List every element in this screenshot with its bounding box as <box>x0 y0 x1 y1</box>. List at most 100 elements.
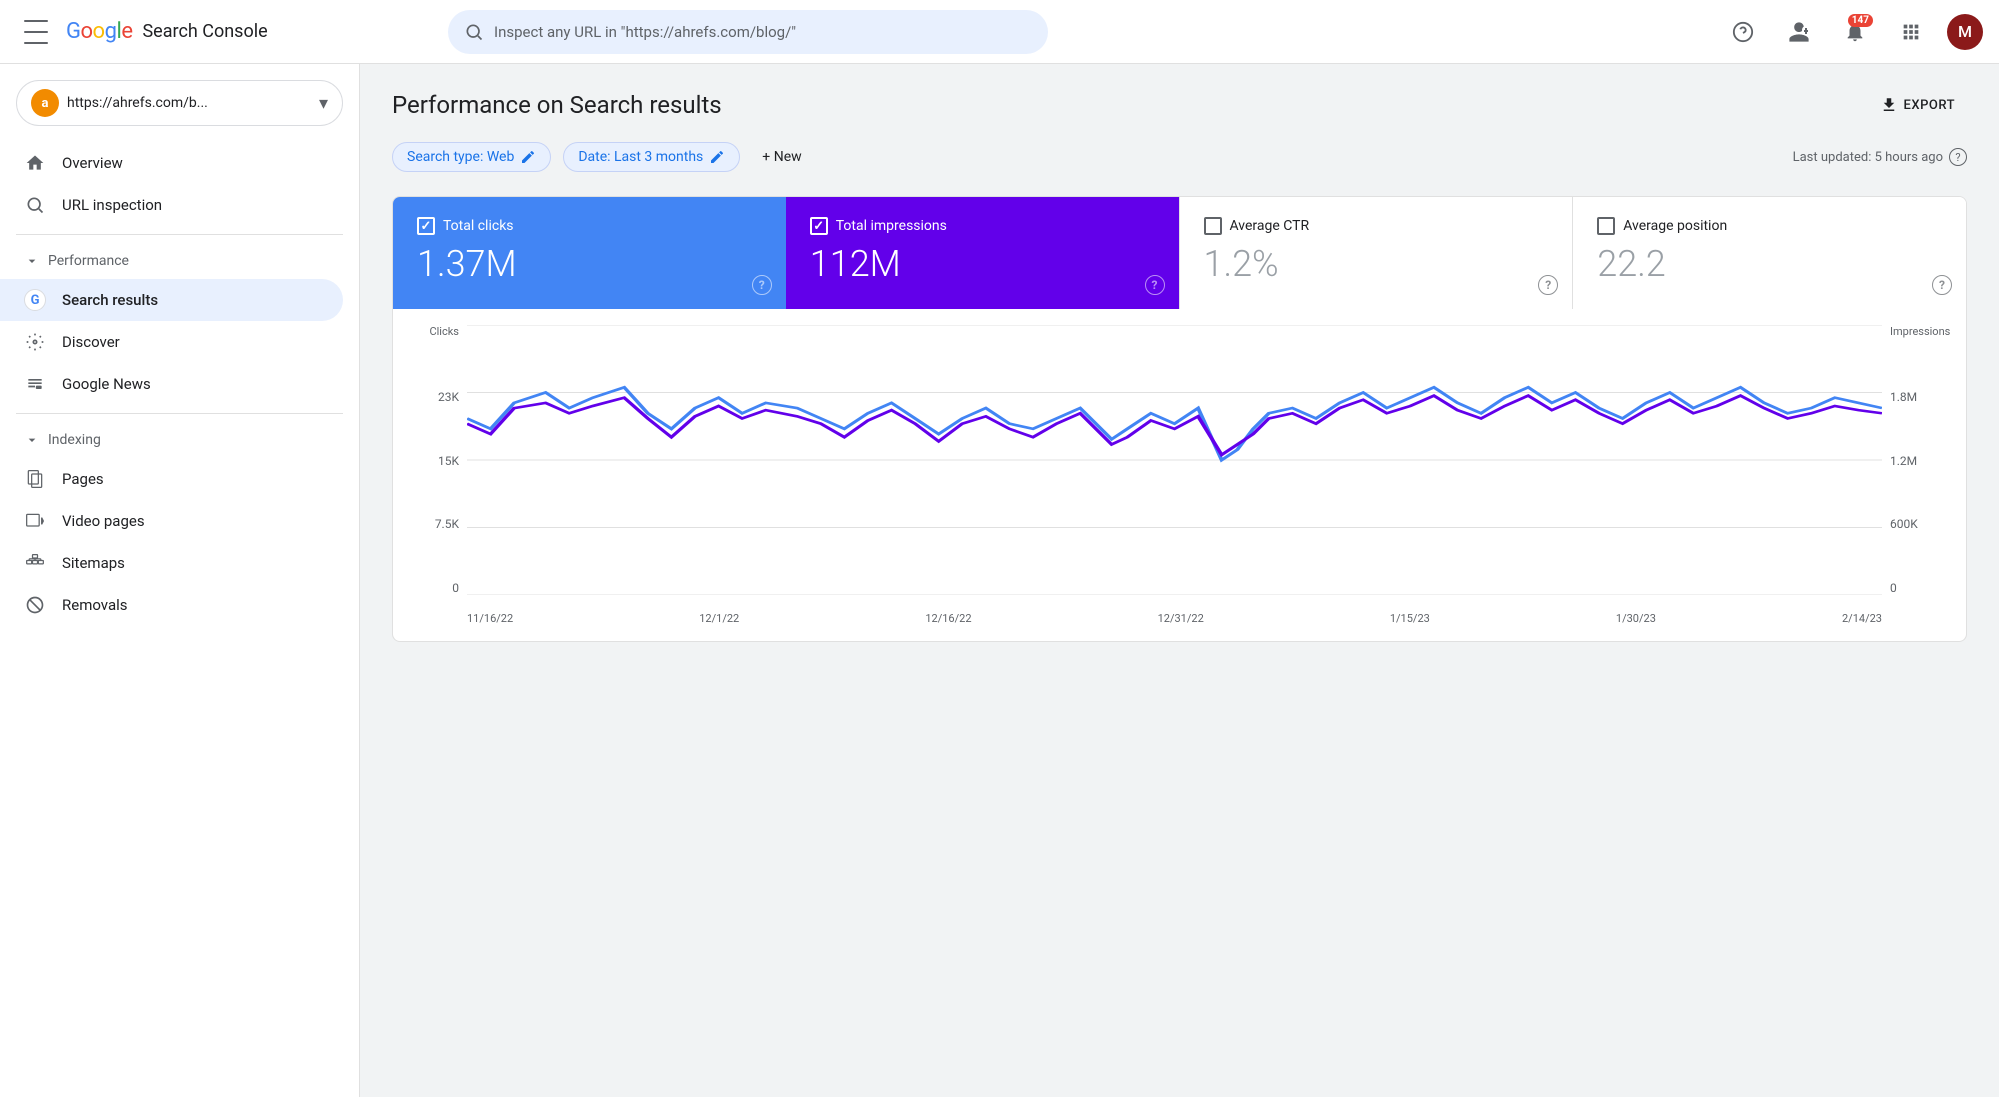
y-right-label: Impressions <box>1890 325 1950 338</box>
home-icon <box>24 152 46 174</box>
property-selector[interactable]: a https://ahrefs.com/b... ▾ <box>16 80 343 126</box>
filter-bar: Search type: Web Date: Last 3 months + N… <box>392 142 1967 172</box>
search-type-label: Search type: Web <box>407 149 514 165</box>
sitemaps-icon <box>24 552 46 574</box>
manage-accounts-icon <box>1787 20 1811 44</box>
notification-badge: 147 <box>1848 14 1873 27</box>
metric-card-total-clicks[interactable]: Total clicks 1.37M ? <box>393 197 786 309</box>
search-bar[interactable]: Inspect any URL in "https://ahrefs.com/b… <box>448 10 1048 54</box>
discover-label: Discover <box>62 333 120 351</box>
metric-checkbox-clicks[interactable] <box>417 217 435 235</box>
sidebar-item-discover[interactable]: Discover <box>0 321 343 363</box>
metric-header-position: Average position <box>1597 217 1942 235</box>
menu-button[interactable] <box>16 12 56 52</box>
x-label-1: 11/16/22 <box>467 612 513 625</box>
app-title: Search Console <box>142 21 267 42</box>
apps-icon <box>1900 21 1922 43</box>
x-label-5: 1/15/23 <box>1390 612 1430 625</box>
metric-value-impressions: 112M <box>810 243 1155 285</box>
metric-card-position[interactable]: Average position 22.2 ? <box>1572 197 1966 309</box>
search-type-filter[interactable]: Search type: Web <box>392 142 551 172</box>
sidebar-item-url-inspection[interactable]: URL inspection <box>0 184 343 226</box>
search-placeholder: Inspect any URL in "https://ahrefs.com/b… <box>494 23 796 41</box>
metrics-row: Total clicks 1.37M ? Total impressions 1… <box>392 196 1967 309</box>
indexing-section-header[interactable]: Indexing <box>0 422 359 458</box>
chart-x-labels: 11/16/22 12/1/22 12/16/22 12/31/22 1/15/… <box>467 612 1882 625</box>
video-icon <box>24 510 46 532</box>
search-results-label: Search results <box>62 291 158 309</box>
help-icon <box>1732 21 1754 43</box>
overview-label: Overview <box>62 154 123 172</box>
performance-section-header[interactable]: Performance <box>0 243 359 279</box>
y-left-23k: 23K <box>438 390 459 404</box>
help-button[interactable] <box>1723 12 1763 52</box>
sitemaps-label: Sitemaps <box>62 554 125 572</box>
sidebar-item-overview[interactable]: Overview <box>0 142 343 184</box>
sidebar-item-sitemaps[interactable]: Sitemaps <box>0 542 343 584</box>
main-content: Performance on Search results EXPORT Sea… <box>360 64 1999 1097</box>
apps-button[interactable] <box>1891 12 1931 52</box>
sidebar: a https://ahrefs.com/b... ▾ Overview URL… <box>0 64 360 1097</box>
y-right-600k: 600K <box>1890 517 1918 531</box>
chevron-down-icon <box>24 253 40 269</box>
metric-help-ctr[interactable]: ? <box>1538 275 1558 295</box>
export-button[interactable]: EXPORT <box>1868 88 1967 122</box>
search-sidebar-icon <box>24 194 46 216</box>
sidebar-divider-2 <box>16 413 343 414</box>
pages-icon <box>24 468 46 490</box>
hamburger-icon <box>24 20 48 44</box>
y-right-0: 0 <box>1890 581 1897 595</box>
y-left-7-5k: 7.5K <box>435 517 459 531</box>
x-label-6: 1/30/23 <box>1616 612 1656 625</box>
page-title: Performance on Search results <box>392 91 722 119</box>
chart-y-right: Impressions 1.8M 1.2M 600K 0 <box>1882 325 1942 595</box>
metric-help-clicks[interactable]: ? <box>752 275 772 295</box>
property-icon: a <box>31 89 59 117</box>
metric-checkbox-ctr[interactable] <box>1204 217 1222 235</box>
indexing-section-label: Indexing <box>48 432 101 448</box>
notifications-button[interactable]: 147 <box>1835 12 1875 52</box>
download-icon <box>1880 96 1898 114</box>
search-icon <box>464 22 484 42</box>
edit-icon-2 <box>709 149 725 165</box>
performance-section-label: Performance <box>48 253 129 269</box>
new-filter-button[interactable]: + New <box>752 143 811 171</box>
chart-container: Clicks 23K 15K 7.5K 0 Impressions 1.8M 1… <box>392 309 1967 642</box>
y-left-15k: 15K <box>438 454 459 468</box>
metric-checkbox-impressions[interactable] <box>810 217 828 235</box>
sidebar-item-removals[interactable]: Removals <box>0 584 343 626</box>
property-dropdown-icon: ▾ <box>319 93 328 114</box>
sidebar-divider-1 <box>16 234 343 235</box>
sidebar-item-google-news[interactable]: Google News <box>0 363 343 405</box>
page-header: Performance on Search results EXPORT <box>392 88 1967 122</box>
pages-label: Pages <box>62 470 104 488</box>
discover-icon <box>24 331 46 353</box>
removals-label: Removals <box>62 596 128 614</box>
metric-label-position: Average position <box>1623 218 1727 234</box>
metric-checkbox-position[interactable] <box>1597 217 1615 235</box>
metric-header-impressions: Total impressions <box>810 217 1155 235</box>
metric-header-clicks: Total clicks <box>417 217 762 235</box>
chevron-down-icon-2 <box>24 432 40 448</box>
sidebar-item-pages[interactable]: Pages <box>0 458 343 500</box>
chart-area: Clicks 23K 15K 7.5K 0 Impressions 1.8M 1… <box>417 325 1942 625</box>
metric-help-position[interactable]: ? <box>1932 275 1952 295</box>
sidebar-item-search-results[interactable]: G Search results <box>0 279 343 321</box>
topbar-actions: 147 M <box>1723 12 1983 52</box>
last-updated-help-icon[interactable]: ? <box>1949 148 1967 166</box>
metric-help-impressions[interactable]: ? <box>1145 275 1165 295</box>
x-label-3: 12/16/22 <box>925 612 971 625</box>
date-filter[interactable]: Date: Last 3 months <box>563 142 740 172</box>
avatar[interactable]: M <box>1947 14 1983 50</box>
google-news-label: Google News <box>62 375 151 393</box>
sidebar-item-video-pages[interactable]: Video pages <box>0 500 343 542</box>
metric-card-total-impressions[interactable]: Total impressions 112M ? <box>786 197 1179 309</box>
new-filter-label: + New <box>762 149 801 165</box>
manage-accounts-button[interactable] <box>1779 12 1819 52</box>
video-pages-label: Video pages <box>62 512 145 530</box>
google-logo: Google <box>66 19 132 44</box>
x-label-7: 2/14/23 <box>1842 612 1882 625</box>
y-right-1-2m: 1.2M <box>1890 454 1917 468</box>
metric-card-ctr[interactable]: Average CTR 1.2% ? <box>1179 197 1573 309</box>
date-label: Date: Last 3 months <box>578 149 703 165</box>
